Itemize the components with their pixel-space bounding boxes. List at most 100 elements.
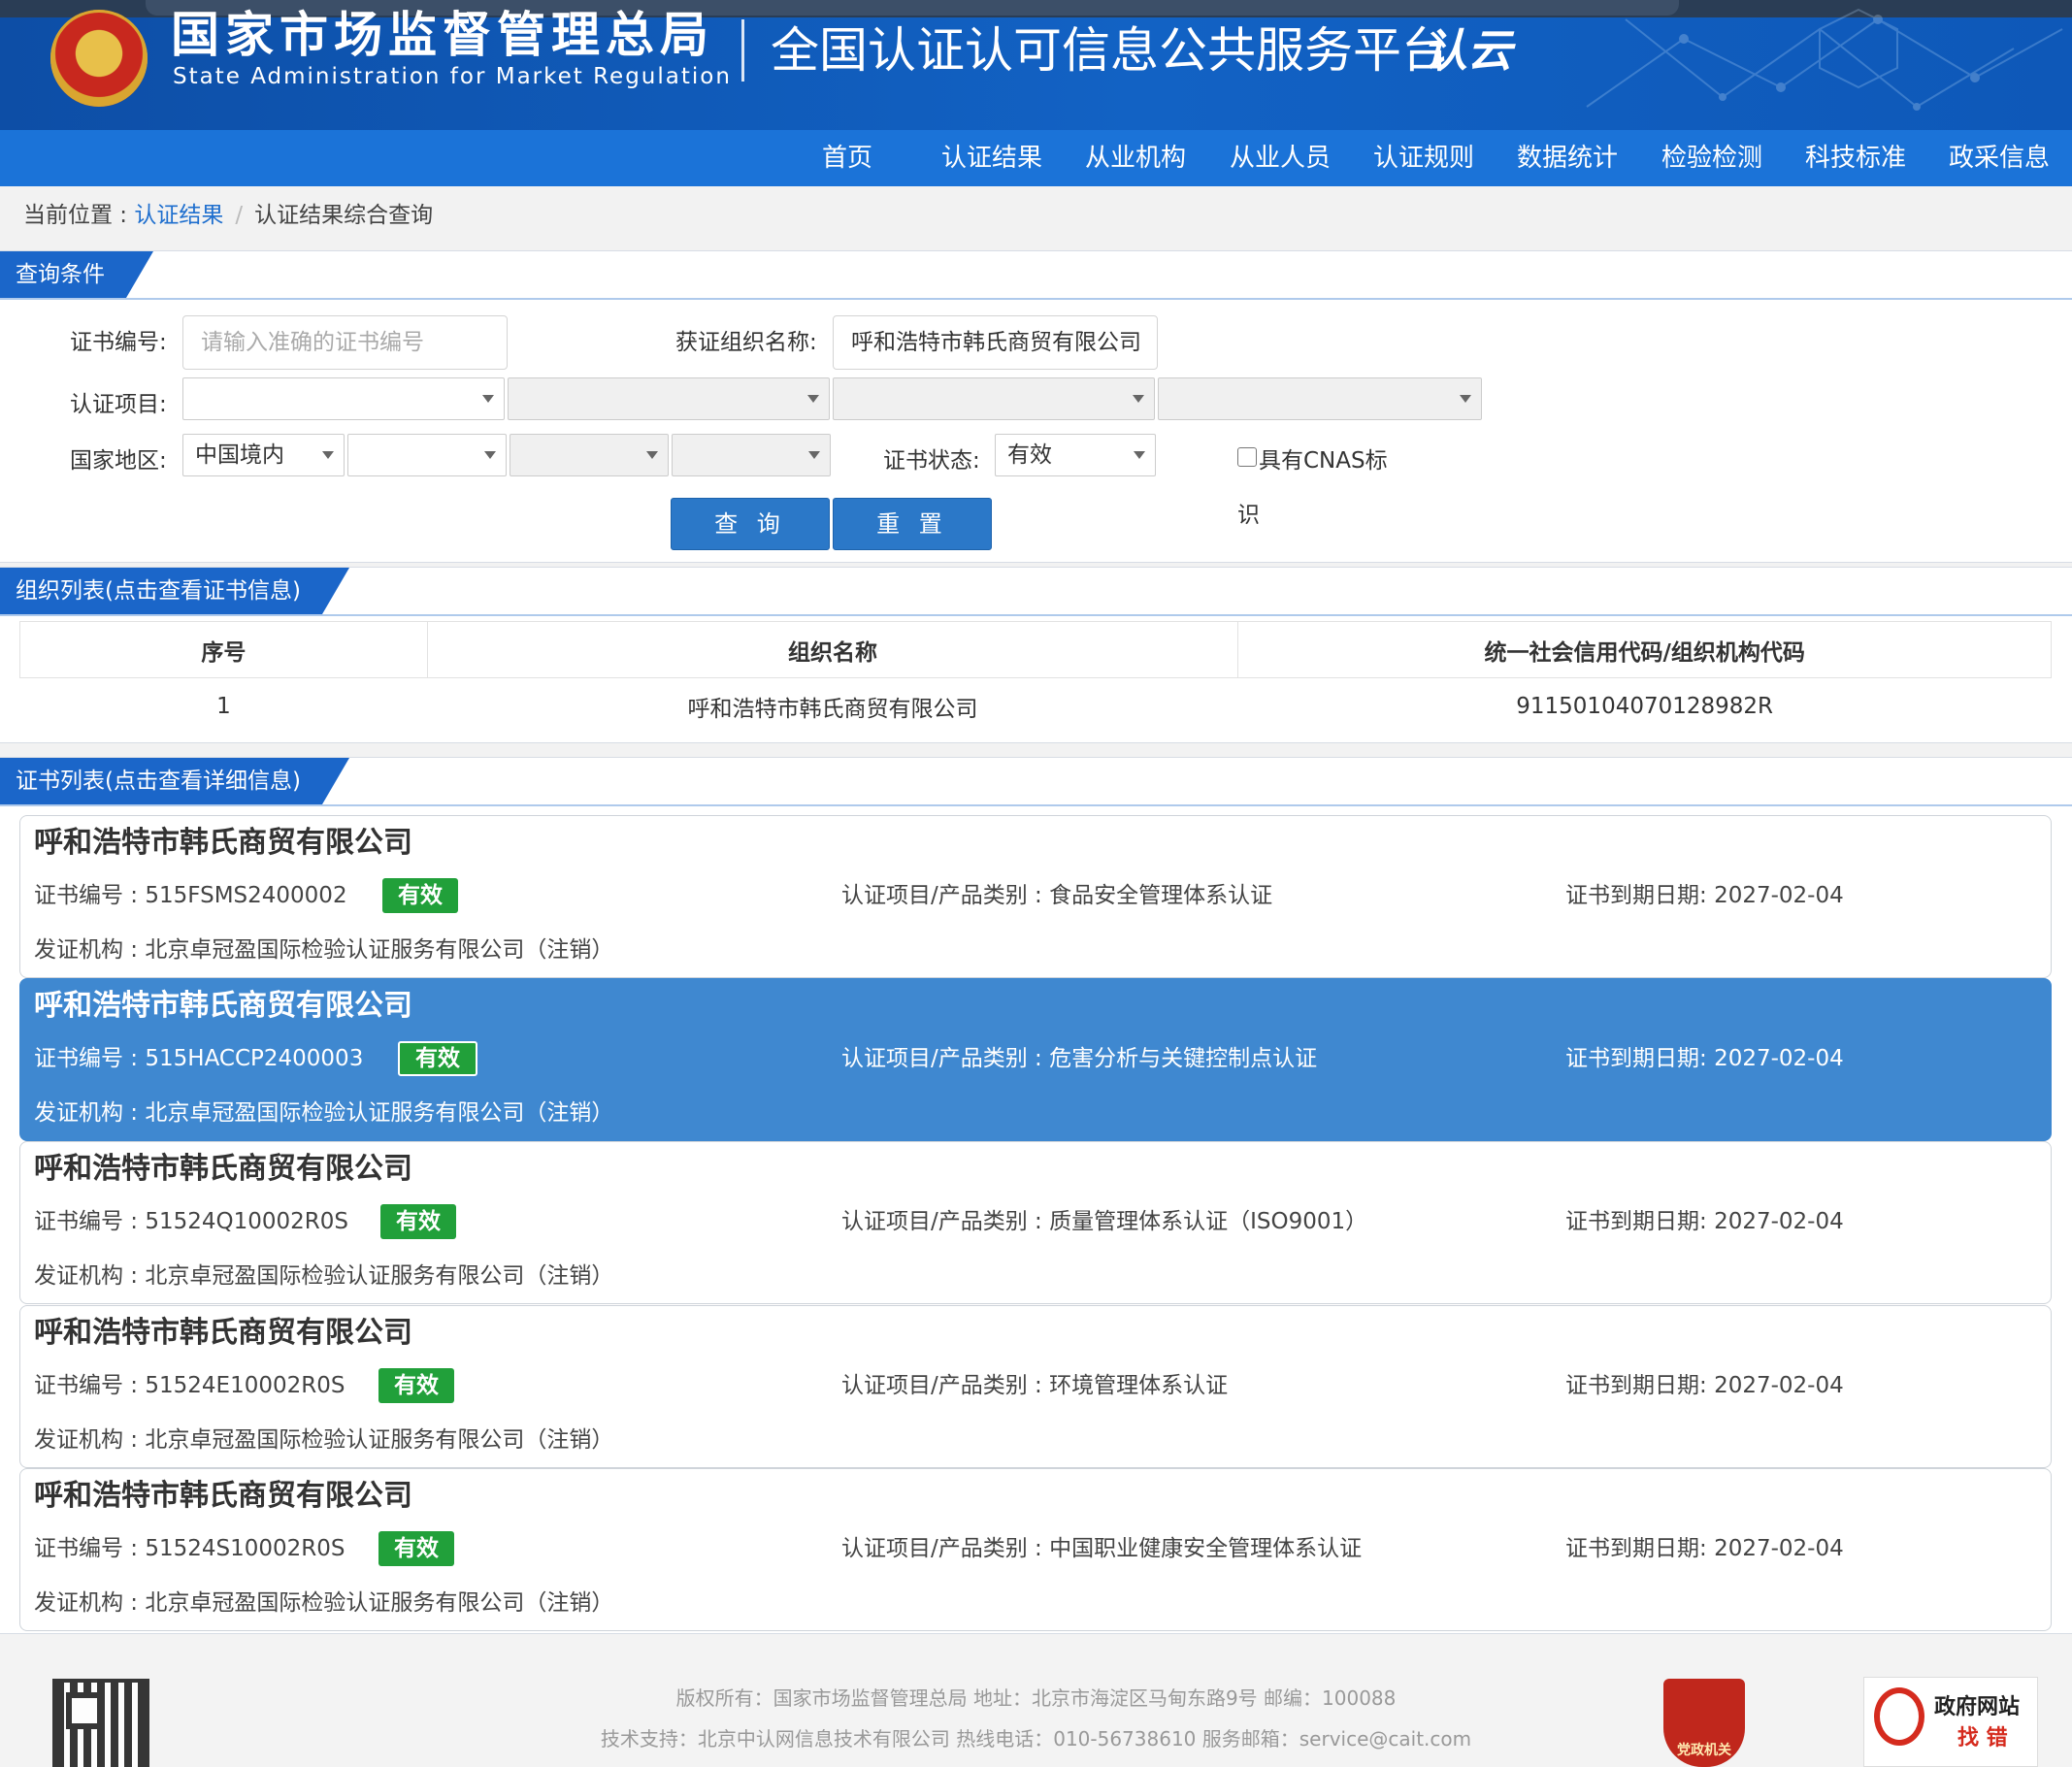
breadcrumb-link[interactable]: 认证结果 (134, 203, 223, 228)
search-button[interactable]: 查 询 (671, 498, 830, 550)
status-select[interactable]: 有效 (995, 434, 1156, 476)
cert-no-label: 证书编号 : (34, 1209, 146, 1234)
cert-no-label: 证书编号: (70, 330, 167, 355)
cert-no: 证书编号 : 51524E10002R0S (34, 1368, 345, 1403)
party-gov-badge-icon[interactable]: 党政机关 (1663, 1679, 1745, 1767)
nav-home[interactable]: 首页 (779, 130, 915, 186)
query-section-title: 查询条件 (0, 251, 153, 298)
cert-card-selected[interactable]: 呼和浩特市韩氏商贸有限公司 证书编号 : 515HACCP2400003 有效 … (19, 978, 2052, 1141)
cert-no: 证书编号 : 51524Q10002R0S (34, 1204, 348, 1239)
expiry-label: 证书到期日期: (1565, 883, 1715, 908)
agency-name-en: State Administration for Market Regulati… (173, 64, 732, 89)
project-select-2[interactable] (508, 377, 830, 420)
status-select-value: 有效 (1007, 442, 1052, 468)
col-header-index: 序号 (19, 621, 428, 678)
org-name-input[interactable]: 呼和浩特市韩氏商贸有限公司 (833, 315, 1158, 370)
cell-credit-code: 91150104070128982R (1516, 693, 1774, 719)
cert-no-value: 51524Q10002R0S (145, 1209, 349, 1234)
cert-no-value: 51524S10002R0S (145, 1536, 345, 1561)
footer-copyright: 版权所有：国家市场监督管理总局 地址：北京市海淀区马甸东路9号 邮编：10008… (675, 1686, 1397, 1710)
issuer-value: 北京卓冠盈国际检验认证服务有限公司（注销） (145, 1263, 614, 1289)
expiry-value: 2027-02-04 (1714, 1046, 1844, 1071)
error-box-title: 政府网站 (1934, 1695, 2021, 1719)
cnas-label-wrap: 识 (1237, 503, 1260, 528)
cert-issuer: 发证机构 : 北京卓冠盈国际检验认证服务有限公司（注销） (34, 1586, 613, 1620)
nav-standards[interactable]: 科技标准 (1788, 130, 1924, 186)
network-pattern-icon (1586, 8, 2063, 111)
cert-card[interactable]: 呼和浩特市韩氏商贸有限公司 证书编号 : 51524S10002R0S 有效 认… (19, 1468, 2052, 1631)
org-name-label: 获证组织名称: (675, 330, 817, 355)
region-label: 国家地区: (70, 448, 167, 474)
project-select-1[interactable] (182, 377, 505, 420)
nav-institutions[interactable]: 从业机构 (1068, 130, 1203, 186)
expiry-label: 证书到期日期: (1565, 1046, 1715, 1071)
status-badge: 有效 (380, 1204, 456, 1239)
project-value: 中国职业健康安全管理体系认证 (1049, 1536, 1363, 1561)
project-value: 质量管理体系认证（ISO9001） (1049, 1209, 1368, 1234)
project-value: 危害分析与关键控制点认证 (1049, 1046, 1318, 1071)
header-divider (741, 19, 744, 82)
region-select-city[interactable] (510, 434, 669, 476)
cert-card[interactable]: 呼和浩特市韩氏商贸有限公司 证书编号 : 51524Q10002R0S 有效 认… (19, 1141, 2052, 1304)
main-nav: 首页 认证结果 从业机构 从业人员 认证规则 数据统计 检验检测 科技标准 政采… (0, 130, 2072, 186)
chevron-down-icon (484, 451, 496, 459)
chevron-down-icon (482, 395, 494, 403)
project-label: 认证项目: (70, 392, 167, 417)
project-label: 认证项目/产品类别 : (841, 1046, 1050, 1071)
cert-no: 证书编号 : 515FSMS2400002 (34, 878, 347, 913)
cert-no-label: 证书编号 : (34, 1536, 146, 1561)
expiry-value: 2027-02-04 (1714, 1373, 1844, 1398)
project-select-3[interactable] (833, 377, 1155, 420)
cert-card[interactable]: 呼和浩特市韩氏商贸有限公司 证书编号 : 51524E10002R0S 有效 认… (19, 1305, 2052, 1468)
cell-index: 1 (216, 693, 231, 719)
gov-site-error-report[interactable]: 政府网站 找 错 (1863, 1677, 2038, 1767)
cert-issuer: 发证机构 : 北京卓冠盈国际检验认证服务有限公司（注销） (34, 1259, 613, 1293)
region-select-province[interactable] (347, 434, 507, 476)
breadcrumb: 当前位置 : 认证结果 / 认证结果综合查询 (23, 198, 433, 233)
issuer-label: 发证机构 : (34, 1590, 146, 1616)
nav-statistics[interactable]: 数据统计 (1499, 130, 1635, 186)
breadcrumb-separator: / (235, 203, 244, 228)
cnas-checkbox[interactable] (1237, 447, 1257, 467)
region-select-value: 中国境内 (195, 442, 284, 468)
nav-inspection[interactable]: 检验检测 (1644, 130, 1780, 186)
page: 国家市场监督管理总局 State Administration for Mark… (0, 0, 2072, 1767)
expiry-label: 证书到期日期: (1565, 1373, 1715, 1398)
table-row[interactable]: 1 呼和浩特市韩氏商贸有限公司 91150104070128982R (20, 678, 2052, 735)
cert-no: 证书编号 : 515HACCP2400003 (34, 1041, 363, 1076)
breadcrumb-current: 认证结果综合查询 (254, 203, 434, 228)
cert-no-label: 证书编号 : (34, 883, 146, 908)
expiry-value: 2027-02-04 (1714, 883, 1844, 908)
nav-cert-results[interactable]: 认证结果 (924, 130, 1060, 186)
national-emblem-icon (50, 10, 148, 107)
site-header: 国家市场监督管理总局 State Administration for Mark… (0, 0, 2072, 130)
chevron-down-icon (1133, 395, 1144, 403)
cert-issuer: 发证机构 : 北京卓冠盈国际检验认证服务有限公司（注销） (34, 933, 613, 967)
region-select-district[interactable] (672, 434, 831, 476)
cert-card[interactable]: 呼和浩特市韩氏商贸有限公司 证书编号 : 515FSMS2400002 有效 认… (19, 815, 2052, 978)
project-label: 认证项目/产品类别 : (841, 1536, 1050, 1561)
nav-personnel[interactable]: 从业人员 (1212, 130, 1348, 186)
cert-no-label: 证书编号 : (34, 1046, 146, 1071)
project-value: 环境管理体系认证 (1049, 1373, 1229, 1398)
project-select-4[interactable] (1158, 377, 1482, 420)
chevron-down-icon (1460, 395, 1471, 403)
col-header-org-name: 组织名称 (426, 621, 1239, 678)
cert-project: 认证项目/产品类别 : 食品安全管理体系认证 (841, 878, 1272, 913)
issuer-label: 发证机构 : (34, 1100, 146, 1126)
nav-procurement[interactable]: 政采信息 (1931, 130, 2067, 186)
expiry-label: 证书到期日期: (1565, 1209, 1715, 1234)
region-select-country[interactable]: 中国境内 (182, 434, 345, 476)
project-label: 认证项目/产品类别 : (841, 1209, 1050, 1234)
expiry-label: 证书到期日期: (1565, 1536, 1715, 1561)
cert-no-input[interactable]: 请输入准确的证书编号 (182, 315, 508, 370)
reset-button[interactable]: 重 置 (833, 498, 992, 550)
section-underline (0, 804, 2072, 806)
footer-support: 技术支持：北京中认网信息技术有限公司 热线电话：010-56738610 服务邮… (600, 1727, 1472, 1751)
nav-rules[interactable]: 认证规则 (1356, 130, 1492, 186)
cert-project: 认证项目/产品类别 : 质量管理体系认证（ISO9001） (841, 1204, 1367, 1239)
cert-org-name: 呼和浩特市韩氏商贸有限公司 (34, 1316, 412, 1350)
cert-expiry: 证书到期日期: 2027-02-04 (1565, 1041, 1844, 1076)
issuer-label: 发证机构 : (34, 1427, 146, 1453)
issuer-value: 北京卓冠盈国际检验认证服务有限公司（注销） (145, 1590, 614, 1616)
